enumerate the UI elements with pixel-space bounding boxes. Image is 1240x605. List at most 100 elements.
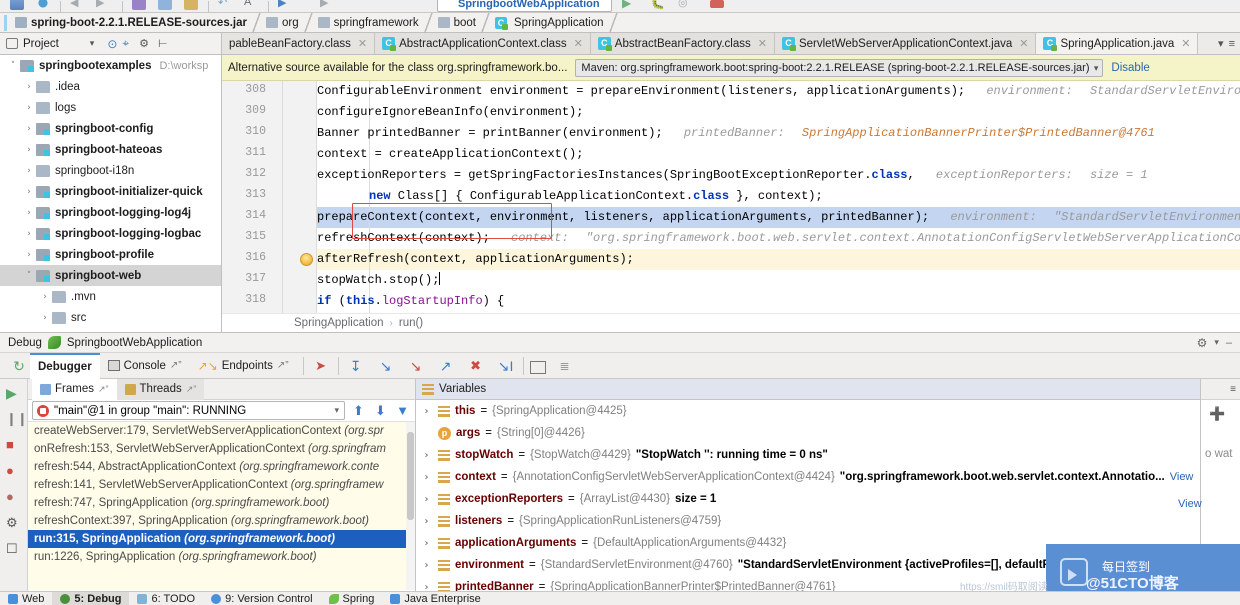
- close-icon[interactable]: ✕: [1019, 37, 1028, 50]
- frame-row[interactable]: refresh:141, ServletWebServerApplication…: [28, 476, 415, 494]
- build-icon[interactable]: ▶: [320, 0, 334, 10]
- layout-settings-button[interactable]: ≣: [554, 355, 576, 377]
- frame-row[interactable]: run:1226, SpringApplication (org.springf…: [28, 548, 415, 566]
- chevron-right-icon[interactable]: ›: [38, 292, 52, 302]
- editor-tab-3[interactable]: C ServletWebServerApplicationContext.jav…: [774, 33, 1037, 54]
- minimize-icon[interactable]: ‒: [1226, 337, 1232, 349]
- coverage-icon[interactable]: ◎: [678, 0, 692, 10]
- settings-icon[interactable]: ⚙: [6, 515, 23, 532]
- tree-node[interactable]: › src: [0, 307, 221, 328]
- view-breakpoints-icon[interactable]: ●: [6, 463, 23, 480]
- list-icon[interactable]: ≡: [1229, 38, 1235, 50]
- chevron-right-icon[interactable]: ›: [420, 450, 433, 461]
- breadcrumb-class[interactable]: C SpringApplication: [493, 16, 606, 30]
- frame-row[interactable]: refresh:544, AbstractApplicationContext …: [28, 458, 415, 476]
- resume-program-icon[interactable]: ▶: [6, 385, 23, 402]
- status-item-java-enterprise[interactable]: Java Enterprise: [382, 592, 488, 605]
- find-icon[interactable]: A: [244, 0, 258, 10]
- frame-row-selected[interactable]: run:315, SpringApplication (org.springfr…: [28, 530, 415, 548]
- code-area[interactable]: 308 309 310 311 312 313 314 315 316 317 …: [222, 81, 1240, 313]
- add-watch-icon[interactable]: ➕: [1209, 406, 1225, 421]
- tab-threads[interactable]: Threads ↗”: [116, 378, 205, 400]
- chevron-right-icon[interactable]: ›: [420, 472, 433, 483]
- chevron-right-icon[interactable]: ›: [420, 406, 433, 417]
- pause-program-icon[interactable]: ❙❙: [6, 411, 28, 428]
- tab-list-button[interactable]: ▾ ≡: [1213, 33, 1240, 54]
- project-tree[interactable]: ˅ springbootexamples D:\worksp › .idea ›…: [0, 55, 222, 332]
- frame-row[interactable]: refresh:747, SpringApplication (org.spri…: [28, 494, 415, 512]
- breadcrumb-class-name[interactable]: SpringApplication: [294, 317, 384, 329]
- frame-row[interactable]: onRefresh:153, ServletWebServerApplicati…: [28, 440, 415, 458]
- tab-console[interactable]: Console ↗”: [100, 353, 190, 379]
- source-selector-combo[interactable]: Maven: org.springframework.boot:spring-b…: [575, 58, 1104, 77]
- compile-icon[interactable]: [132, 0, 146, 10]
- variable-row[interactable]: › context = {AnnotationConfigServletWebS…: [416, 466, 1200, 488]
- chevron-down-icon[interactable]: ▾: [1214, 337, 1219, 348]
- intention-bulb-icon[interactable]: [300, 253, 313, 266]
- stop-icon[interactable]: [710, 0, 724, 8]
- drop-frame-button[interactable]: ✖: [465, 355, 487, 377]
- run-to-cursor-button[interactable]: ↘I: [495, 355, 517, 377]
- step-over-button[interactable]: ↧: [345, 355, 367, 377]
- run-configuration-selector[interactable]: SpringbootWebApplication: [437, 0, 612, 12]
- evaluate-expression-button[interactable]: [529, 361, 546, 374]
- tree-node[interactable]: › .mvn: [0, 286, 221, 307]
- thread-selector[interactable]: "main"@1 in group "main": RUNNING: [32, 401, 345, 420]
- status-item-todo[interactable]: 6: TODO: [129, 592, 203, 605]
- close-icon[interactable]: ✕: [358, 37, 367, 50]
- close-icon[interactable]: ✕: [1181, 37, 1190, 50]
- breadcrumb-boot[interactable]: boot: [436, 17, 478, 29]
- pin-icon[interactable]: ↗”: [98, 384, 109, 395]
- chevron-right-icon[interactable]: ›: [22, 82, 36, 92]
- step-out-button[interactable]: ↗: [435, 355, 457, 377]
- mute-breakpoints-icon[interactable]: ●: [6, 489, 23, 506]
- chevron-right-icon[interactable]: ›: [22, 103, 36, 113]
- settings-list-icon[interactable]: ≡: [1230, 384, 1236, 395]
- frames-panel[interactable]: Frames ↗” Threads ↗” "main"@1 in group "…: [28, 378, 416, 591]
- debug-icon[interactable]: 🐛: [650, 0, 665, 10]
- editor-tab-0[interactable]: pableBeanFactory.class ✕: [222, 33, 376, 54]
- chevron-right-icon[interactable]: ›: [420, 560, 433, 571]
- tree-node[interactable]: › springboot-initializer-quick: [0, 181, 221, 202]
- screenshot-icon[interactable]: ☐: [6, 541, 23, 558]
- frames-scrollbar-thumb[interactable]: [407, 432, 414, 520]
- tree-node[interactable]: › springboot-profile: [0, 244, 221, 265]
- tab-frames[interactable]: Frames ↗”: [32, 378, 117, 400]
- chevron-right-icon[interactable]: ›: [22, 250, 36, 260]
- stop-icon[interactable]: ■: [6, 437, 23, 454]
- variable-row[interactable]: › stopWatch = {StopWatch@4429} "StopWatc…: [416, 444, 1200, 466]
- tab-endpoints[interactable]: ↗↘ Endpoints ↗”: [190, 353, 297, 379]
- run-anything-icon[interactable]: ▶: [278, 0, 292, 10]
- back-icon[interactable]: ◀: [70, 0, 84, 10]
- chevron-right-icon[interactable]: ›: [420, 538, 433, 549]
- status-item-web[interactable]: Web: [0, 592, 52, 605]
- move-frame-down-button[interactable]: ⬇: [372, 402, 389, 419]
- step-into-button[interactable]: ↘: [375, 355, 397, 377]
- tree-node[interactable]: › springboot-config: [0, 118, 221, 139]
- breadcrumb-springframework[interactable]: springframework: [316, 17, 421, 29]
- chevron-right-icon[interactable]: ›: [22, 229, 36, 239]
- status-item-spring[interactable]: Spring: [321, 592, 383, 605]
- tree-node[interactable]: › springboot-logging-logbac: [0, 223, 221, 244]
- disable-link[interactable]: Disable: [1111, 62, 1149, 74]
- forward-icon[interactable]: ▶: [96, 0, 110, 10]
- view-link[interactable]: View: [1170, 471, 1194, 483]
- variable-row[interactable]: › exceptionReporters = {ArrayList@4430} …: [416, 488, 1200, 510]
- chevron-down-icon[interactable]: ˅: [6, 61, 20, 71]
- frame-row[interactable]: createWebServer:179, ServletWebServerApp…: [28, 422, 415, 440]
- pin-icon[interactable]: ↗”: [170, 360, 182, 371]
- editor-tab-1[interactable]: C AbstractApplicationContext.class ✕: [375, 33, 591, 54]
- tree-node-springboot-web[interactable]: ˅ springboot-web: [0, 265, 221, 286]
- breadcrumb-jar[interactable]: spring-boot-2.2.1.RELEASE-sources.jar: [13, 17, 249, 29]
- hide-icon[interactable]: ⊢: [158, 37, 168, 50]
- chevron-right-icon[interactable]: ›: [420, 494, 433, 505]
- variable-row[interactable]: p args = {String[0]@4426}: [416, 422, 1200, 444]
- breadcrumb-org[interactable]: org: [264, 17, 301, 29]
- tree-node[interactable]: › logs: [0, 97, 221, 118]
- status-item-version-control[interactable]: 9: Version Control: [203, 592, 320, 605]
- show-execution-point-button[interactable]: ➤: [310, 355, 332, 377]
- chevron-right-icon[interactable]: ›: [22, 166, 36, 176]
- tree-node[interactable]: ˅ springbootexamples D:\worksp: [0, 55, 221, 76]
- force-step-into-button[interactable]: ↘: [405, 355, 427, 377]
- chevron-right-icon[interactable]: ›: [420, 516, 433, 527]
